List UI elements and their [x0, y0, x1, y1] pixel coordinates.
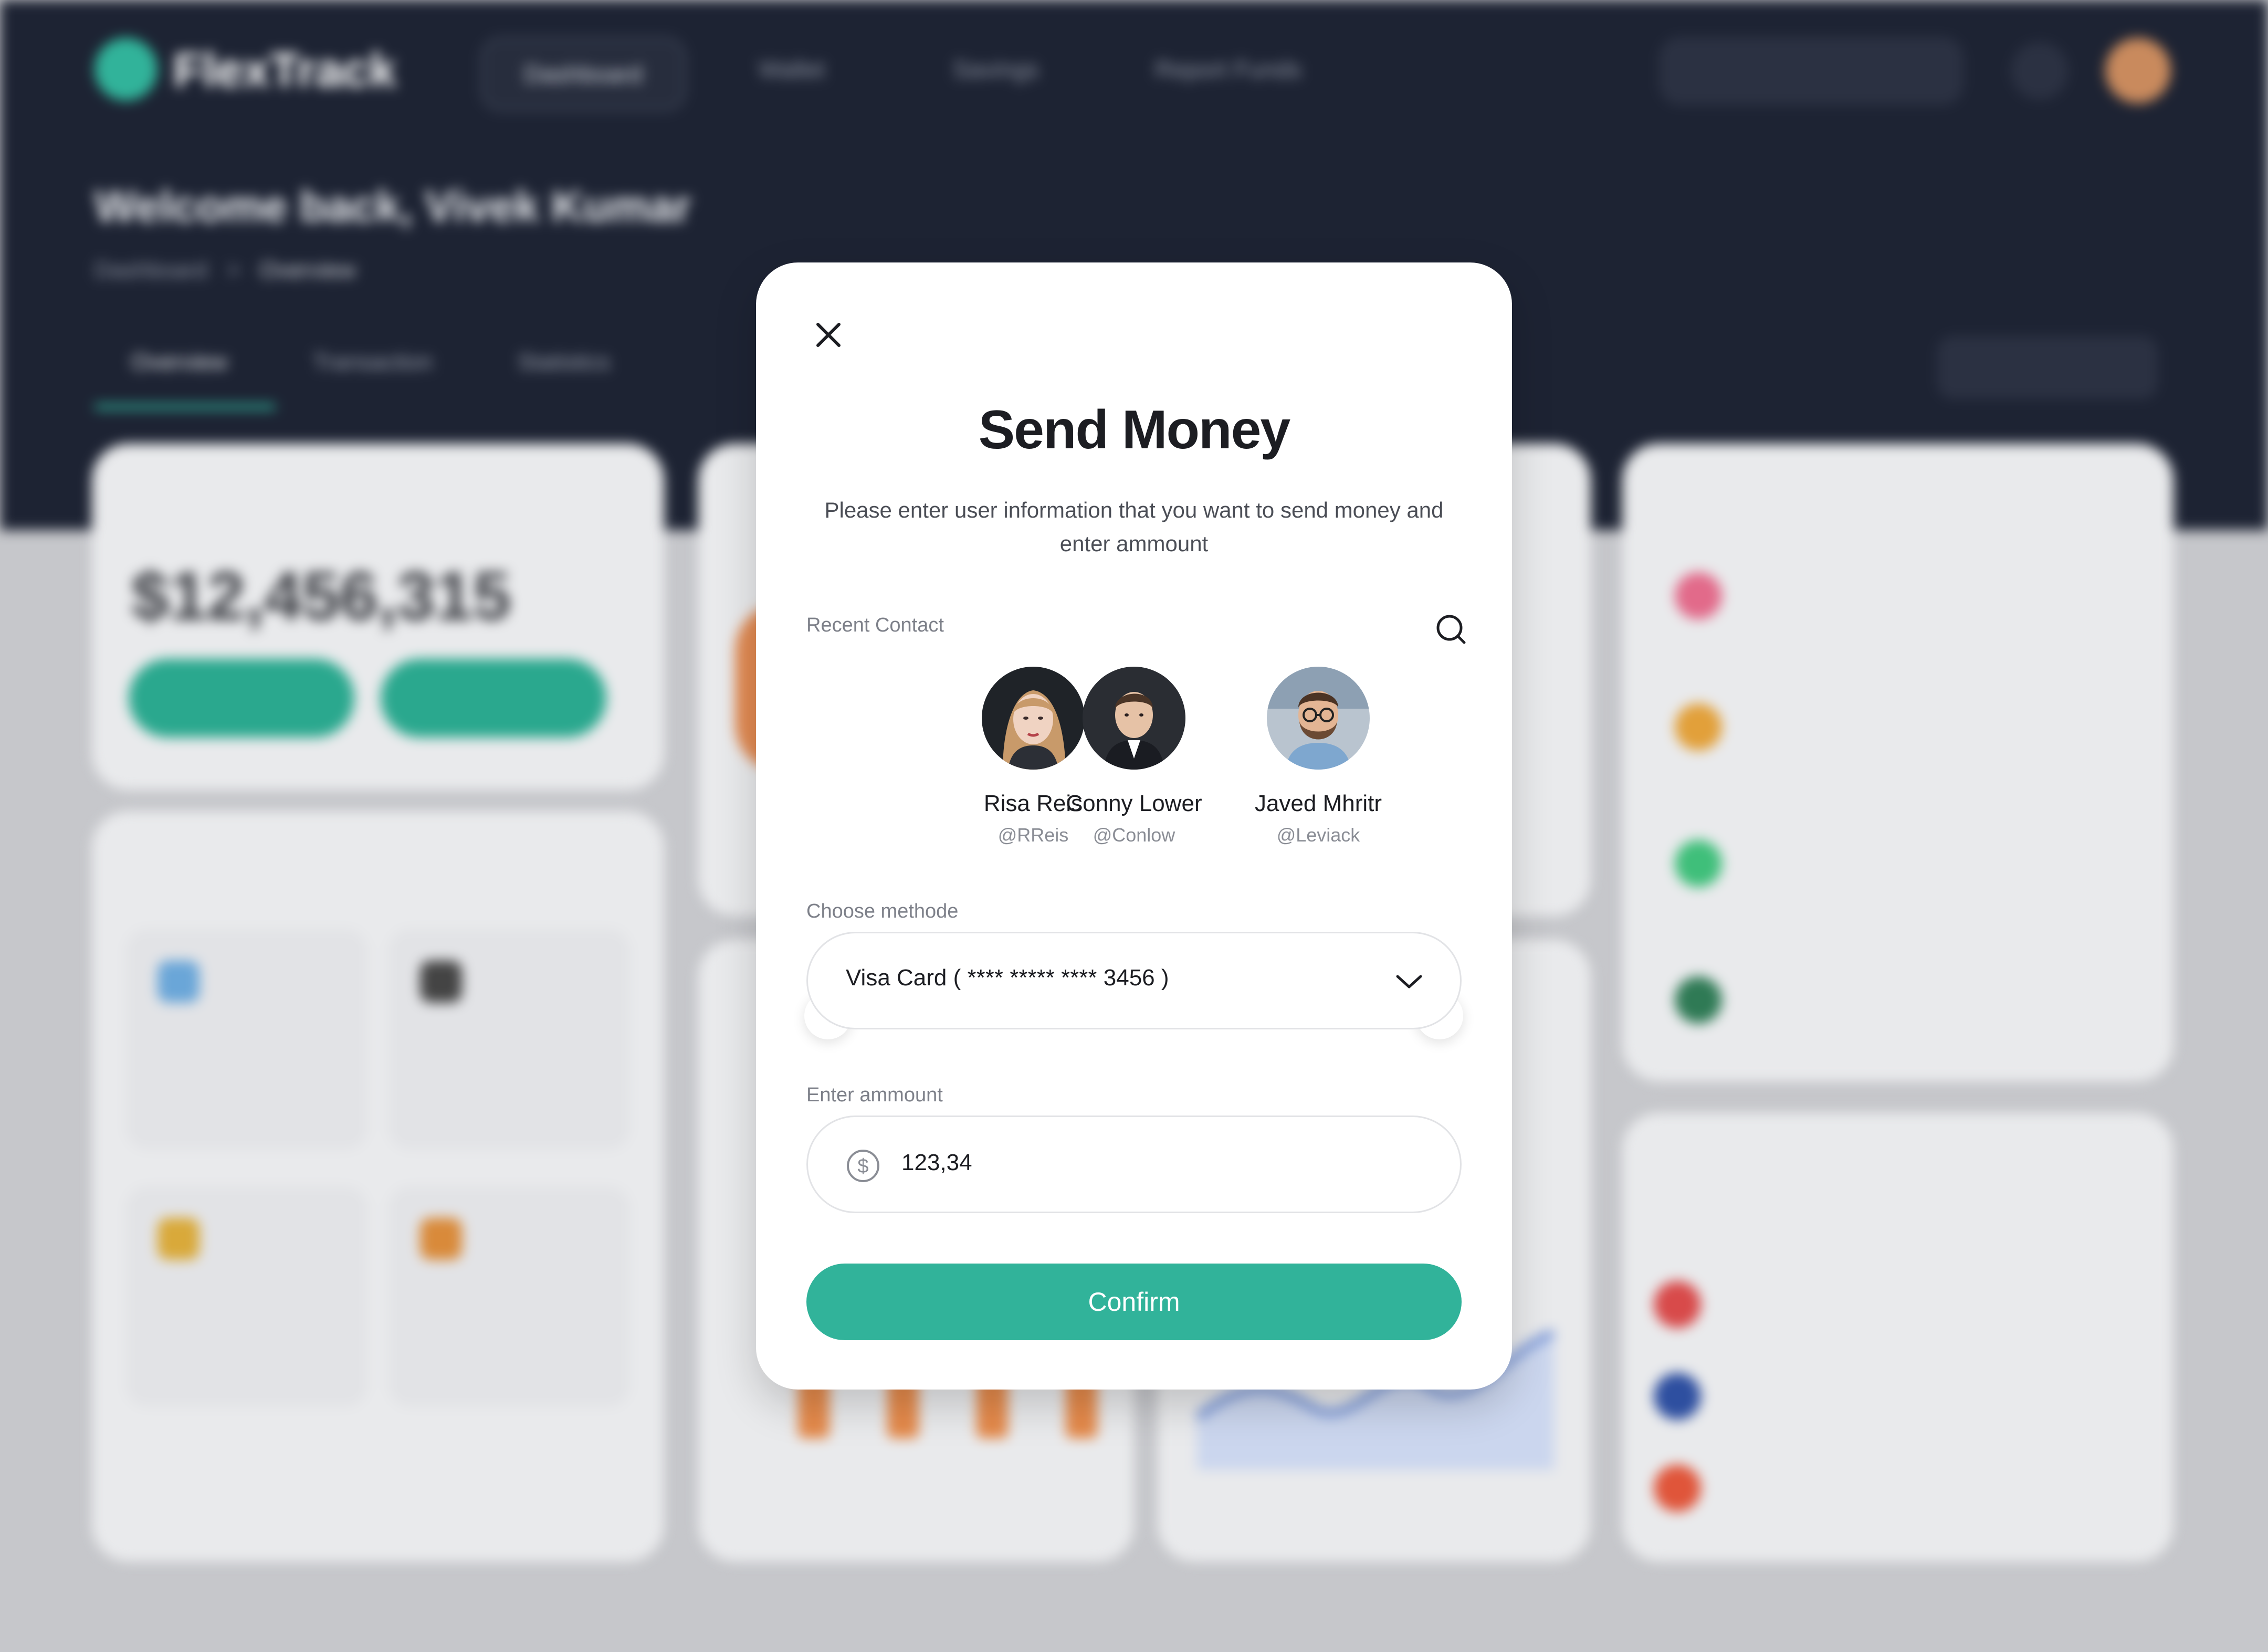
method-label: Choose methode	[806, 900, 959, 922]
recent-contact-label: Recent Contact	[806, 614, 944, 636]
contact-handle: @Leviack	[1276, 824, 1360, 846]
amount-value: 123,34	[901, 1150, 972, 1175]
activity-icon	[1675, 572, 1722, 619]
search-icon	[1436, 615, 1466, 644]
date-filter	[1937, 336, 2158, 399]
app-name: FlexTrack	[173, 44, 396, 97]
currency-flag-icon	[1654, 1373, 1701, 1420]
payment-method-select[interactable]: Visa Card ( **** ***** **** 3456 )	[806, 932, 1462, 1029]
plan-tile	[126, 929, 368, 1150]
tab-transaction: Transaction	[312, 349, 433, 375]
contact-card[interactable]: Javed Mhritr @Leviack	[1234, 667, 1402, 846]
nav-report-funds: Report Funds	[1155, 56, 1301, 83]
breadcrumb-separator: >	[226, 257, 240, 283]
top-search-field	[1659, 37, 1964, 105]
tab-overview: Overview	[131, 349, 228, 375]
currency-card	[1622, 1113, 2174, 1562]
contact-name: Conny Lower	[1066, 791, 1202, 816]
nav-dashboard: Dashboard	[480, 37, 686, 111]
modal-subtitle: Please enter user information that you w…	[824, 498, 1444, 556]
plan-tile	[388, 929, 630, 1150]
chevron-down-icon	[1396, 975, 1422, 988]
close-button[interactable]	[807, 314, 849, 356]
plan-tile	[126, 1186, 368, 1407]
modal-title: Send Money	[978, 399, 1291, 460]
confirm-button[interactable]: Confirm	[806, 1264, 1462, 1340]
tab-underline	[94, 404, 276, 409]
plan-icon	[158, 961, 200, 1003]
nav-wallet: Wallet	[759, 56, 825, 83]
dollar-icon: $	[847, 1150, 879, 1182]
contact-name: Javed Mhritr	[1254, 791, 1382, 816]
amount-input[interactable]: $ 123,34	[806, 1116, 1462, 1213]
plan-icon	[420, 961, 462, 1003]
activity-icon	[1675, 840, 1722, 887]
transfer-button-bg	[129, 659, 354, 738]
activity-icon	[1675, 976, 1722, 1024]
activity-icon	[1675, 703, 1722, 751]
app-logo-icon	[94, 38, 158, 101]
contact-handle: @Conlow	[1093, 824, 1175, 846]
currency-flag-icon	[1654, 1465, 1701, 1512]
dashboard-tabs: Overview Transaction Statistics	[94, 349, 610, 375]
plan-icon	[420, 1218, 462, 1260]
breadcrumb-current: Overview	[259, 257, 356, 283]
contact-avatar	[1267, 667, 1370, 770]
close-icon	[816, 323, 841, 347]
breadcrumb: Dashboard > Overview	[94, 257, 356, 283]
request-button-bg	[381, 659, 606, 738]
plan-icon	[158, 1218, 200, 1260]
nav-savings: Savings	[953, 56, 1039, 83]
notification-icon	[2011, 42, 2068, 100]
amount-label: Enter ammount	[806, 1084, 943, 1106]
tab-statistics: Statistics	[518, 349, 611, 375]
welcome-heading: Welcome back, Vivek Kumar	[94, 182, 691, 231]
contact-avatar	[1083, 667, 1185, 770]
user-avatar	[2105, 38, 2171, 103]
contact-search-button[interactable]	[1431, 609, 1473, 651]
currency-flag-icon	[1654, 1281, 1701, 1328]
send-money-modal: Send Money Please enter user information…	[756, 262, 1512, 1390]
payment-method-value: Visa Card ( **** ***** **** 3456 )	[846, 965, 1169, 991]
breadcrumb-root: Dashboard	[94, 257, 208, 283]
svg-text:$: $	[857, 1155, 868, 1177]
nav-dashboard-label: Dashboard	[524, 60, 643, 88]
total-balance: $12,456,315	[131, 557, 511, 634]
plan-tile	[388, 1186, 630, 1407]
contact-card[interactable]: Conny Lower @Conlow	[1050, 667, 1218, 846]
